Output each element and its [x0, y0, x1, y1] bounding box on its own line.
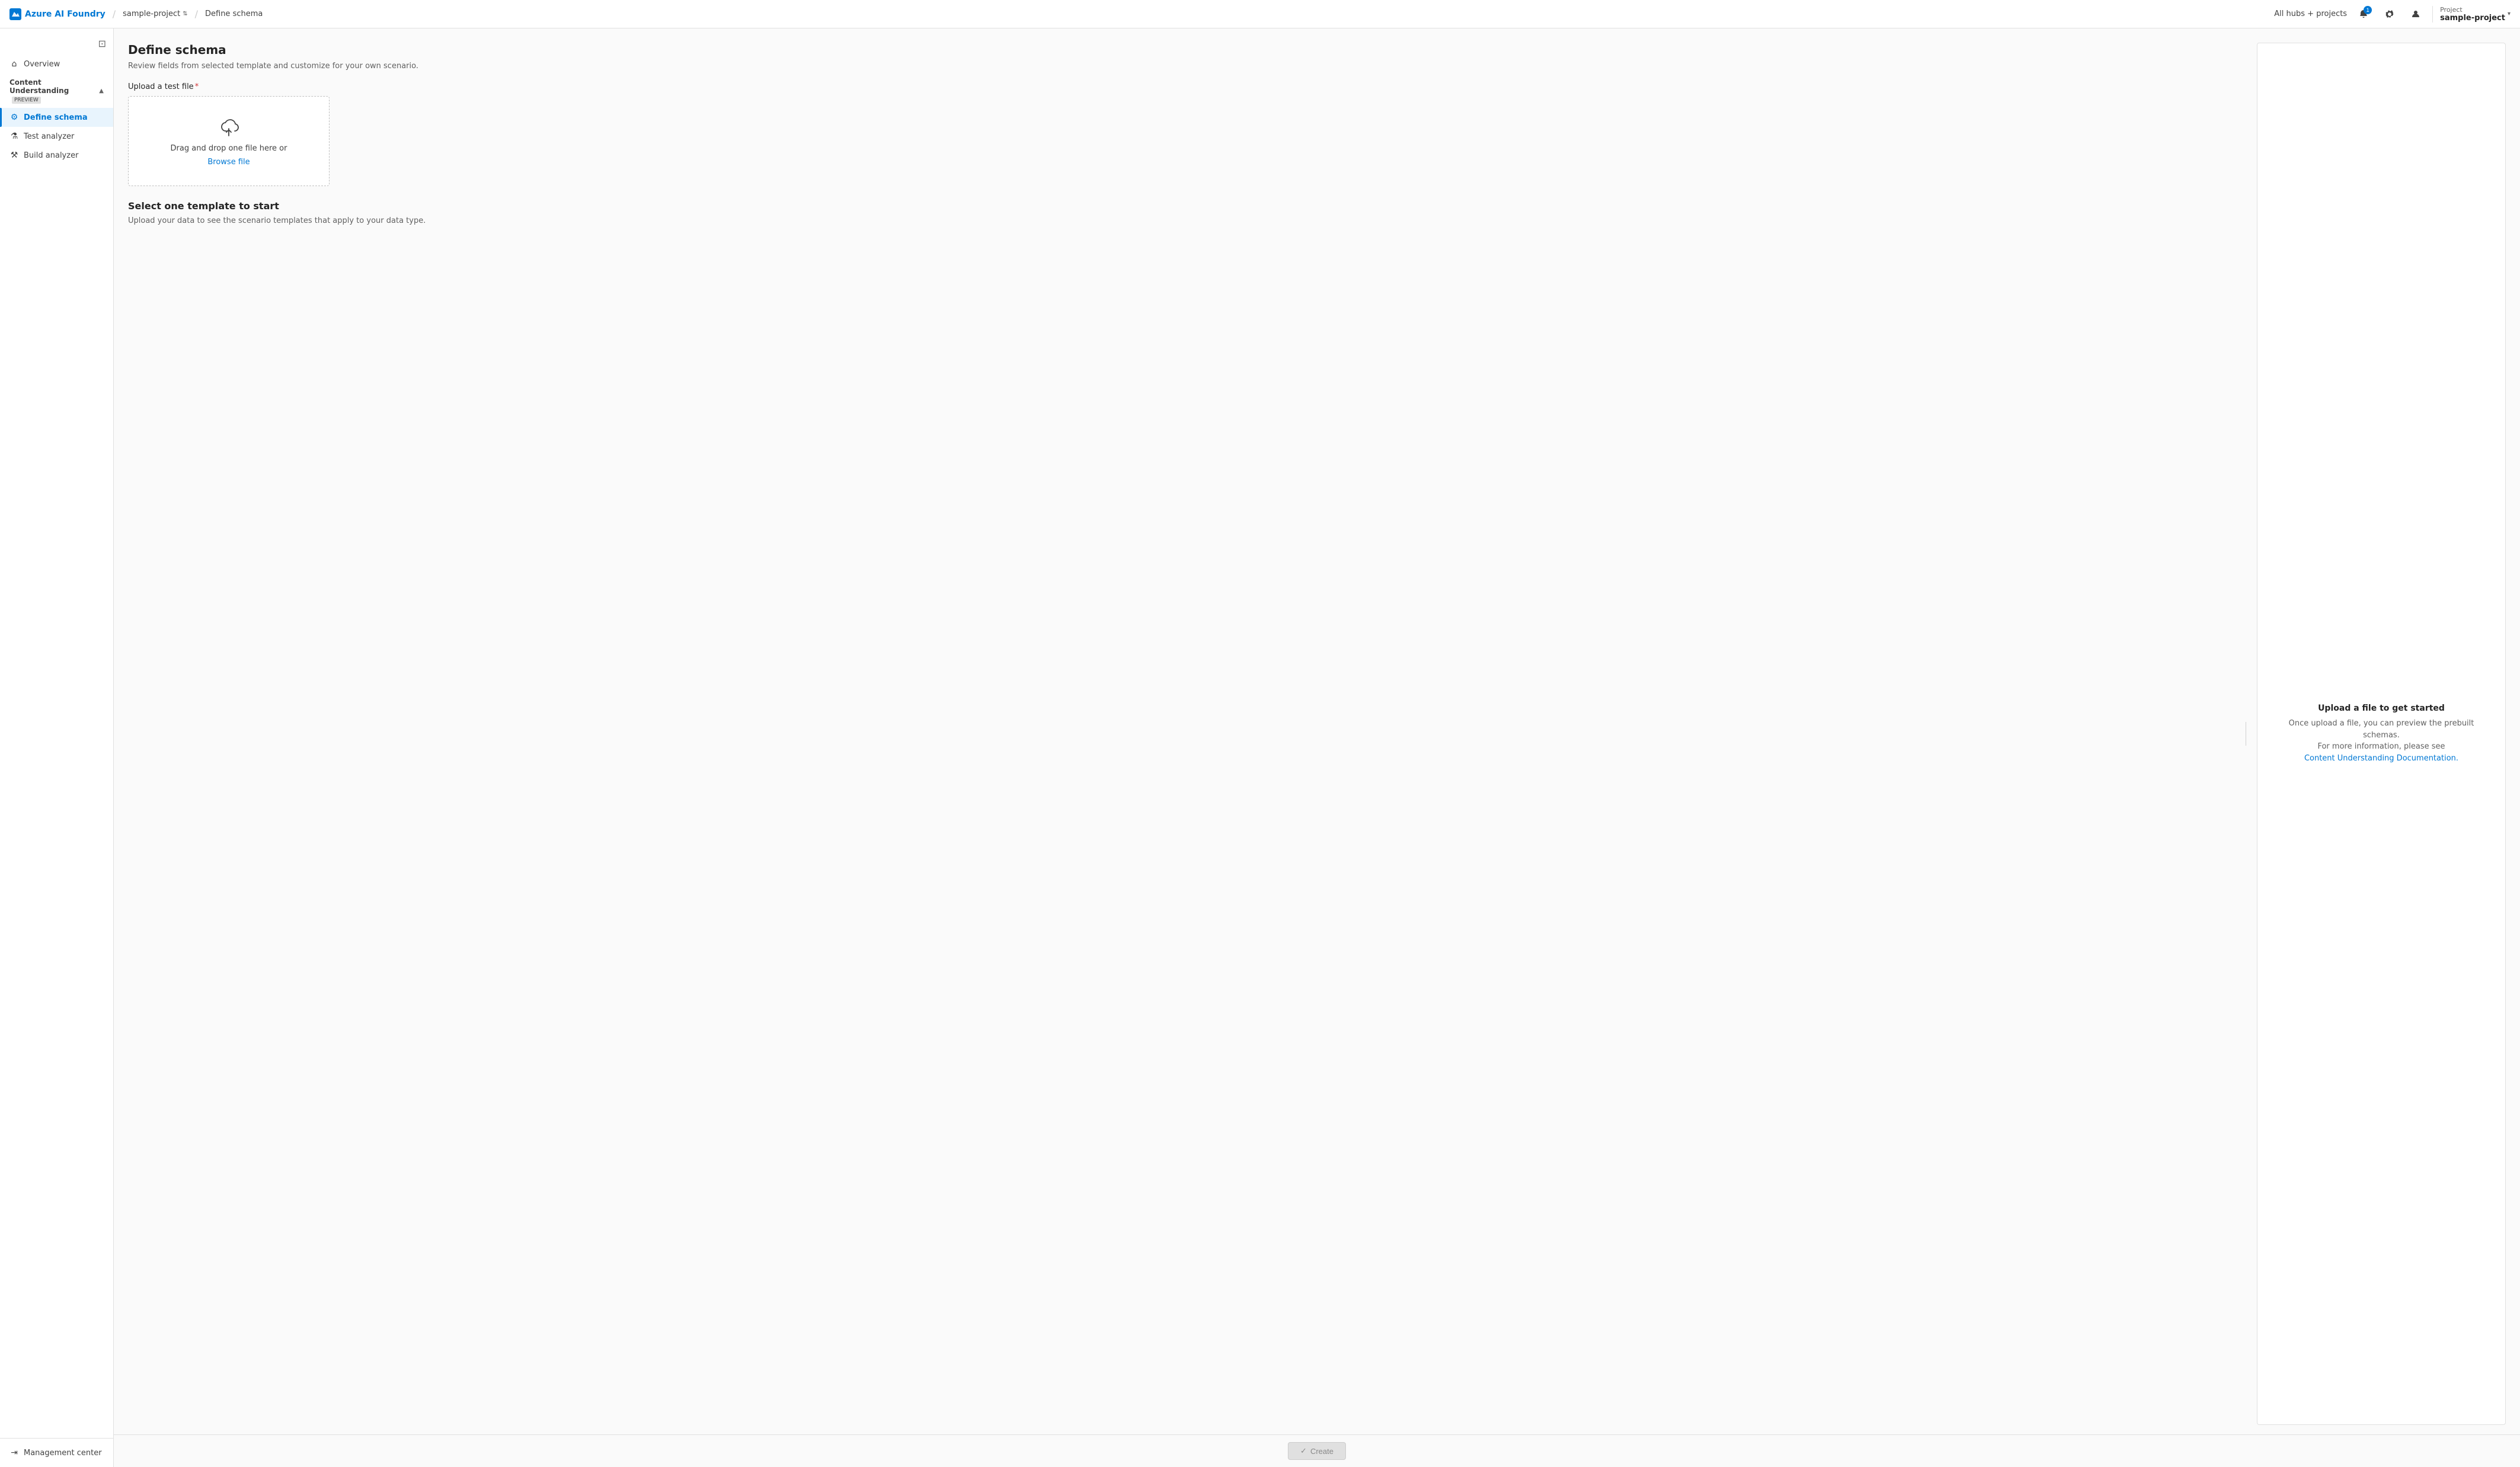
page-title: Define schema: [128, 43, 2234, 57]
notification-badge: 1: [2364, 6, 2372, 14]
topbar-left: Azure AI Foundry / sample-project ⇅ / De…: [9, 8, 263, 20]
sidebar-item-define-schema[interactable]: ⚙ Define schema: [0, 108, 113, 127]
main-inner: Define schema Review fields from selecte…: [114, 28, 2520, 1434]
sidebar-label-test-analyzer: Test analyzer: [24, 132, 74, 141]
brand-label: Azure AI Foundry: [25, 9, 105, 19]
required-star: *: [195, 82, 199, 91]
topbar-right: All hubs + projects 1 Project sample-pro…: [2274, 5, 2511, 24]
all-hubs-link[interactable]: All hubs + projects: [2274, 9, 2347, 18]
page-subtitle: Review fields from selected template and…: [128, 62, 2234, 71]
sidebar-label-build-analyzer: Build analyzer: [24, 151, 78, 160]
right-panel-desc-line2: For more information, please see: [2317, 742, 2445, 751]
breadcrumb-separator-2: /: [195, 8, 198, 20]
management-center-icon: ⇥: [9, 1448, 19, 1458]
right-panel: Upload a file to get started Once upload…: [2257, 43, 2506, 1425]
upload-section-label: Upload a test file*: [128, 82, 2234, 91]
define-schema-icon: ⚙: [9, 113, 19, 122]
preview-badge: PREVIEW: [12, 97, 41, 104]
main-content: Define schema Review fields from selecte…: [114, 28, 2520, 1467]
panel-divider: [2244, 43, 2247, 1425]
bottom-bar: ✓ Create: [114, 1434, 2520, 1467]
overview-icon: ⌂: [9, 59, 19, 69]
sidebar-section-chevron-icon: ▲: [99, 88, 104, 94]
sidebar: ⊡ ⌂ Overview Content Understanding PREVI…: [0, 28, 114, 1467]
cloud-upload-icon: [217, 116, 241, 139]
right-panel-title: Upload a file to get started: [2318, 704, 2445, 713]
settings-button[interactable]: [2380, 5, 2399, 24]
project-section-name: sample-project: [2440, 14, 2505, 23]
sidebar-label-overview: Overview: [24, 60, 60, 69]
left-panel: Define schema Review fields from selecte…: [128, 43, 2234, 1425]
sidebar-item-overview[interactable]: ⌂ Overview: [0, 55, 113, 73]
template-section: Select one template to start Upload your…: [128, 200, 2234, 225]
sidebar-label-define-schema: Define schema: [24, 113, 88, 122]
create-button-label: Create: [1310, 1447, 1333, 1456]
app-body: ⊡ ⌂ Overview Content Understanding PREVI…: [0, 28, 2520, 1467]
project-nav[interactable]: sample-project ⇅: [123, 9, 187, 18]
project-info-section: Project sample-project ▾: [2432, 6, 2511, 23]
project-name: sample-project: [123, 9, 180, 18]
sidebar-section-content-understanding: Content Understanding PREVIEW ▲: [0, 73, 113, 108]
template-section-title: Select one template to start: [128, 200, 2234, 212]
topbar: Azure AI Foundry / sample-project ⇅ / De…: [0, 0, 2520, 28]
breadcrumb-separator-1: /: [113, 8, 116, 20]
project-section-chevron-icon[interactable]: ▾: [2508, 11, 2511, 17]
create-checkmark-icon: ✓: [1300, 1446, 1307, 1456]
project-section-label: Project: [2440, 6, 2505, 14]
sidebar-section-label: Content Understanding PREVIEW: [9, 78, 99, 103]
right-panel-desc: Once upload a file, you can preview the …: [2272, 718, 2491, 764]
documentation-link[interactable]: Content Understanding Documentation.: [2304, 754, 2458, 763]
breadcrumb-current: Define schema: [205, 9, 263, 18]
account-button[interactable]: [2406, 5, 2425, 24]
upload-drop-zone[interactable]: Drag and drop one file here or Browse fi…: [128, 96, 330, 186]
template-section-subtitle: Upload your data to see the scenario tem…: [128, 216, 2234, 225]
notification-button[interactable]: 1: [2354, 5, 2373, 24]
sidebar-bottom: ⇥ Management center: [0, 1438, 113, 1467]
sidebar-label-management-center: Management center: [24, 1449, 102, 1458]
sidebar-item-build-analyzer[interactable]: ⚒ Build analyzer: [0, 146, 113, 165]
right-panel-desc-line1: Once upload a file, you can preview the …: [2289, 719, 2474, 740]
test-analyzer-icon: ⚗: [9, 132, 19, 141]
sidebar-toggle: ⊡: [0, 33, 113, 55]
browse-file-link[interactable]: Browse file: [207, 158, 250, 167]
create-button[interactable]: ✓ Create: [1288, 1442, 1346, 1460]
sidebar-item-test-analyzer[interactable]: ⚗ Test analyzer: [0, 127, 113, 146]
brand-logo[interactable]: Azure AI Foundry: [9, 8, 105, 20]
project-chevron-icon: ⇅: [183, 11, 187, 17]
upload-drag-text: Drag and drop one file here or: [171, 144, 287, 153]
build-analyzer-icon: ⚒: [9, 151, 19, 160]
sidebar-collapse-button[interactable]: ⊡: [98, 38, 106, 50]
sidebar-item-management-center[interactable]: ⇥ Management center: [0, 1443, 113, 1462]
